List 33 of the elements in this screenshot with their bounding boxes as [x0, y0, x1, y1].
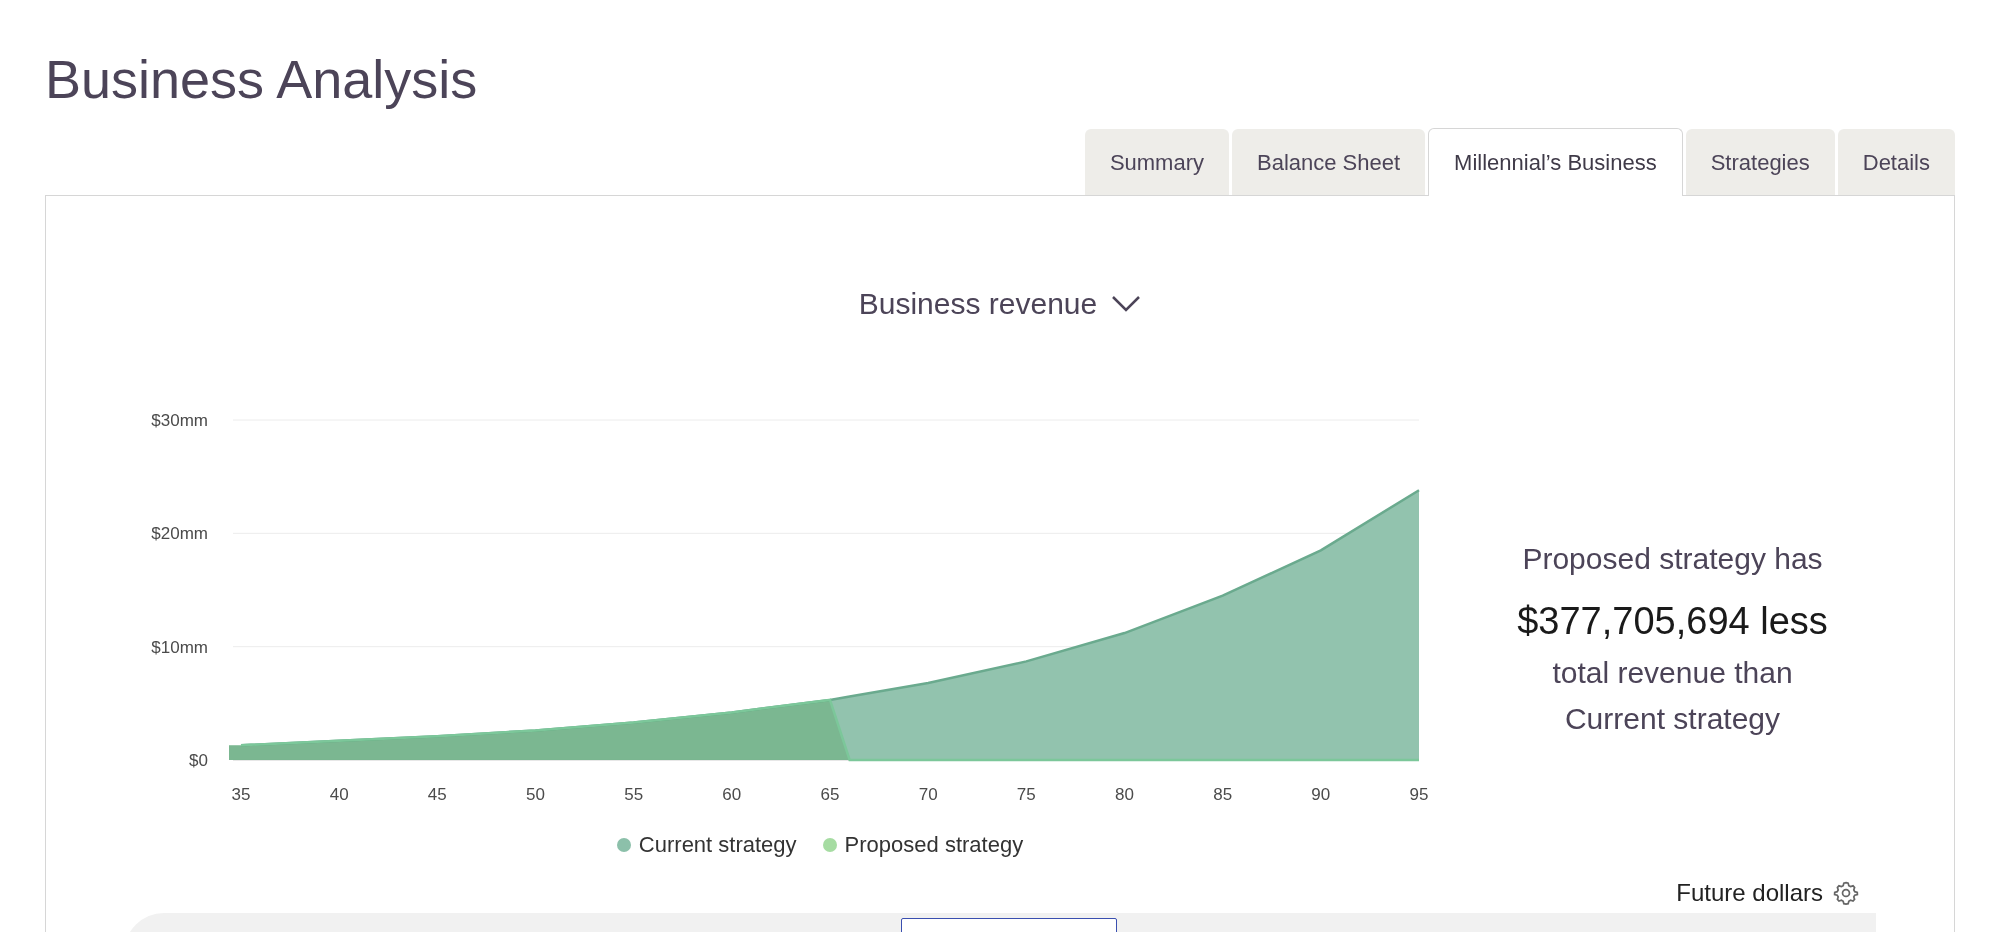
tab[interactable]: Details: [1837, 129, 1955, 195]
legend-label: Proposed strategy: [844, 831, 1024, 859]
y-axis-label: $30mm: [151, 411, 208, 430]
summary-text: Proposed strategy has: [1522, 541, 1823, 577]
chevron-down-icon: [1111, 294, 1142, 313]
page-title: Business Analysis: [45, 48, 479, 111]
y-axis-label: $0: [189, 751, 208, 770]
tab[interactable]: Summary: [1084, 129, 1229, 195]
tab[interactable]: Strategies: [1685, 129, 1835, 195]
x-axis-label: 45: [427, 785, 447, 804]
summary-amount: $377,705,694 less: [1517, 599, 1828, 644]
y-axis-label: $20mm: [151, 524, 208, 544]
x-axis-label: 60: [722, 785, 742, 804]
x-axis-label: 65: [820, 785, 840, 804]
tab[interactable]: Balance Sheet: [1232, 129, 1426, 195]
x-axis-label: 35: [231, 785, 251, 804]
chart-selector[interactable]: Business revenue: [858, 281, 1142, 326]
summary-text: Current strategy: [1564, 701, 1781, 737]
x-axis-label: 80: [1115, 785, 1134, 804]
x-axis-label: 55: [624, 785, 644, 804]
x-axis-label: 75: [1016, 785, 1036, 804]
legend-label: Current strategy: [638, 831, 797, 859]
y-axis-label: $10mm: [151, 637, 208, 657]
x-axis-label: 50: [526, 785, 545, 804]
x-axis-label: 90: [1311, 785, 1331, 804]
dollar-mode-label: Future dollars: [1676, 878, 1823, 908]
x-axis-label: 70: [918, 785, 938, 804]
x-axis-label: 95: [1409, 785, 1429, 804]
settings-icon[interactable]: [1833, 880, 1859, 906]
x-axis-label: 40: [329, 785, 349, 804]
tab[interactable]: Millennial’s Business: [1428, 128, 1683, 196]
x-axis-label: 85: [1213, 785, 1233, 804]
summary-text: total revenue than: [1552, 655, 1793, 691]
